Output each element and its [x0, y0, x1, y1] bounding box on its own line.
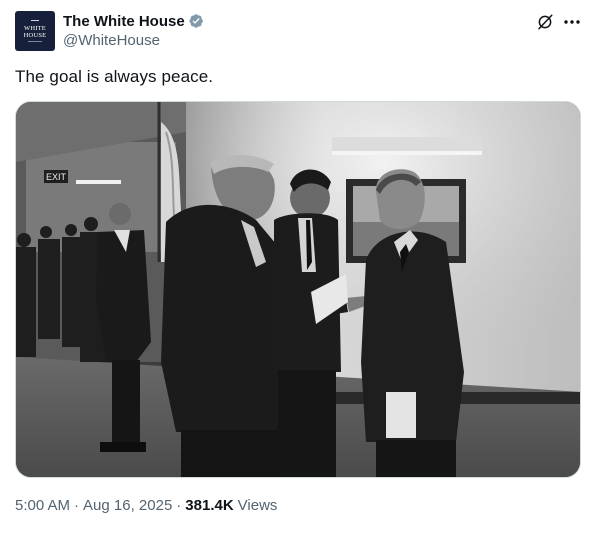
handle[interactable]: @WhiteHouse: [63, 32, 160, 49]
avatar-text-line2: HOUSE: [23, 32, 47, 39]
avatar-text-line1: WHITE: [24, 25, 46, 32]
tweet: WHITE HOUSE The White House @WhiteHouse …: [0, 0, 600, 533]
exit-sign-text: EXIT: [46, 172, 67, 182]
separator: ·: [176, 497, 182, 514]
display-name[interactable]: The White House: [63, 13, 185, 30]
avatar-bar: [28, 41, 42, 42]
tweet-time[interactable]: 5:00 AM: [15, 497, 70, 514]
avatar-seal: [31, 20, 39, 23]
avatar[interactable]: WHITE HOUSE: [15, 11, 55, 51]
views-label: Views: [237, 497, 278, 514]
tweet-text: The goal is always peace.: [15, 67, 214, 86]
views-count: 381.4K: [185, 497, 234, 514]
grok-icon[interactable]: [536, 13, 554, 31]
tweet-date[interactable]: Aug 16, 2025: [83, 497, 172, 514]
more-options-icon[interactable]: [562, 12, 582, 32]
tweet-meta: 5:00 AM · Aug 16, 2025 · 381.4K Views: [15, 497, 277, 514]
verified-badge-icon[interactable]: [188, 13, 204, 29]
author-name-row[interactable]: The White House: [63, 11, 204, 31]
tweet-photo[interactable]: EXIT: [15, 101, 581, 478]
photo-scene: EXIT: [16, 102, 580, 477]
separator: ·: [74, 497, 80, 514]
